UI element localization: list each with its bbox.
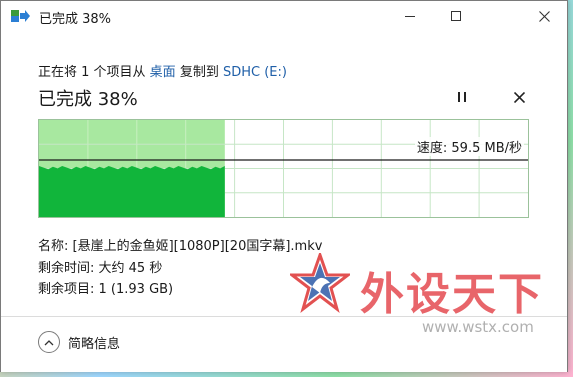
copy-description: 正在将 1 个项目从 桌面 复制到 SDHC (E:) [38,61,287,80]
fewer-details-button[interactable]: 简略信息 [38,331,120,353]
watermark-brand: 外设天下 [360,269,544,320]
maximize-button[interactable] [433,1,479,31]
source-link[interactable]: 桌面 [150,65,176,80]
transfer-speed-graph: 速度: 59.5 MB/秒 [38,119,529,218]
speed-label: 速度: 59.5 MB/秒 [414,137,524,156]
watermark-url: www.wstx.com [422,318,534,336]
close-icon [513,91,525,103]
pause-button[interactable] [451,86,473,108]
close-icon [538,10,550,22]
minimize-button[interactable] [387,1,433,31]
copy-middle: 复制到 [175,65,223,80]
destination-link[interactable]: SDHC (E:) [223,65,287,80]
watermark-logo [290,253,350,313]
maximize-icon [451,11,461,21]
copy-arrow-icon [11,10,30,22]
file-name: 名称: [悬崖上的金鱼姬][1080P][20国字幕].mkv [38,239,323,254]
items-remaining: 剩余项目: 1 (1.93 GB) [38,282,174,297]
speed-graph-canvas [39,120,528,217]
progress-title: 已完成 38% [38,89,138,110]
speed-area [39,166,225,217]
cancel-button[interactable] [508,86,530,108]
window-title: 已完成 38% [39,12,112,27]
time-remaining: 剩余时间: 大约 45 秒 [38,261,163,276]
fewer-details-label: 简略信息 [68,336,121,352]
close-button[interactable] [521,1,567,31]
copy-prefix: 正在将 1 个项目从 [38,65,150,80]
title-bar[interactable]: 已完成 38% [1,1,567,31]
chevron-up-icon [38,331,60,353]
minimize-icon [405,15,415,17]
pause-icon [458,92,466,102]
